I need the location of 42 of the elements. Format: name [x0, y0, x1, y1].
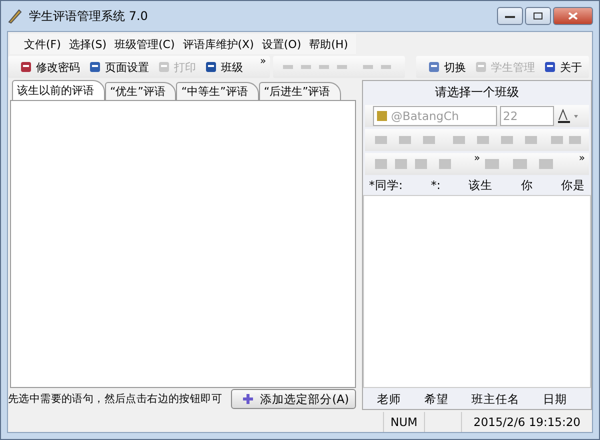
chevron[interactable]: »	[474, 153, 480, 164]
phrase-word[interactable]: 班主任名	[472, 392, 520, 407]
menu-item[interactable]: 选择(S)	[64, 36, 110, 52]
toolbar-button[interactable]: 切换	[424, 60, 469, 74]
minimize-icon	[505, 13, 515, 19]
font-color-icon	[557, 109, 581, 123]
status-pane: 2015/2/6 19:15:20	[461, 412, 592, 432]
menu-item[interactable]: 文件(F)	[20, 36, 65, 52]
chevron[interactable]: »	[578, 153, 585, 164]
window-title: 学生评语管理系统 7.0	[29, 8, 148, 24]
tab[interactable]: 该生以前的评语	[12, 80, 105, 100]
toolbar-button[interactable]: 修改密码	[16, 60, 83, 74]
status-pane: NUM	[383, 412, 424, 432]
phrase-word[interactable]: 该生	[468, 178, 493, 193]
tab[interactable]: “中等生”评语	[176, 82, 259, 100]
plus-icon	[242, 393, 254, 405]
close-button[interactable]	[553, 7, 593, 25]
phrase-word[interactable]: *:	[430, 178, 440, 193]
menu-item[interactable]: 评语库维护(X)	[178, 36, 258, 52]
maximize-icon	[533, 12, 543, 20]
hint-text: 先选中需要的语句，然后点击右边的按钮即可	[8, 392, 222, 406]
tab[interactable]: “优生”评语	[105, 82, 176, 100]
menu-item[interactable]: 帮助(H)	[305, 36, 352, 52]
menu-item[interactable]: 设置(O)	[258, 36, 306, 52]
close-icon	[568, 12, 578, 20]
toolbar-button[interactable]: 关于	[540, 60, 585, 74]
minimize-button[interactable]	[497, 7, 523, 25]
phrase-word[interactable]: 你是	[561, 178, 585, 193]
panel-title: 请选择一个班级	[434, 84, 520, 101]
chevron[interactable]: »	[260, 56, 266, 67]
app-icon	[7, 8, 23, 24]
phrase-word[interactable]: 希望	[424, 392, 448, 407]
phrase-word[interactable]: 老师	[377, 392, 401, 407]
phrase-word[interactable]: *同学:	[369, 178, 403, 193]
maximize-button[interactable]	[525, 7, 551, 25]
menu-item[interactable]: 班级管理(C)	[110, 36, 179, 52]
tab[interactable]: “后进生”评语	[258, 82, 342, 100]
add-selection-button[interactable]: 添加选定部分(A)	[231, 389, 356, 409]
toolbar-button[interactable]: 页面设置	[85, 60, 152, 74]
phrase-word[interactable]: 你	[520, 178, 533, 193]
toolbar-button[interactable]: 班级	[201, 60, 246, 74]
phrase-word[interactable]: 日期	[542, 392, 567, 407]
